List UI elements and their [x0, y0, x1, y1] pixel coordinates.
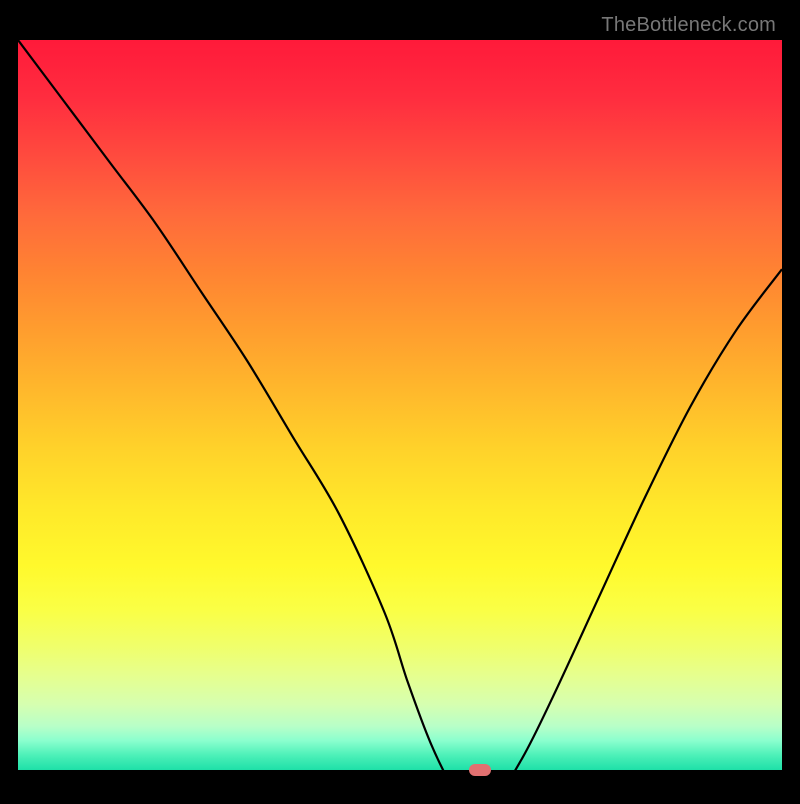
curve-svg — [18, 40, 782, 804]
chart-frame: TheBottleneck.com — [0, 0, 800, 800]
watermark-text: TheBottleneck.com — [601, 14, 776, 37]
plot-area — [18, 40, 782, 770]
bottleneck-curve — [18, 40, 782, 804]
optimal-point-marker — [469, 764, 491, 776]
